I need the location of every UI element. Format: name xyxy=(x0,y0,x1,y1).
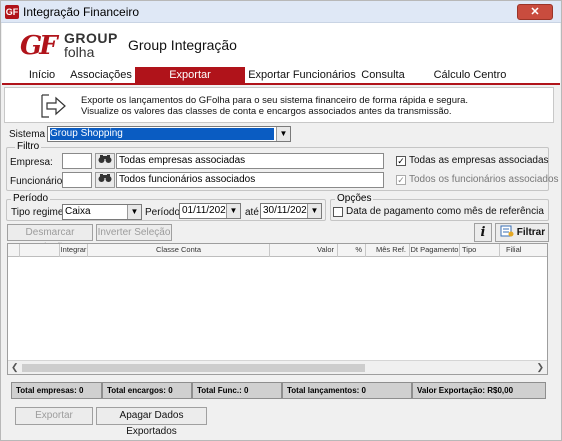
app-title: Group Integração xyxy=(128,37,237,53)
tipo-regime-label: Tipo regime: xyxy=(11,207,67,218)
horizontal-scrollbar[interactable]: ❮ ❯ xyxy=(8,360,547,374)
apagar-dados-button[interactable]: Apagar Dados Exportados xyxy=(96,407,207,437)
scroll-right-icon[interactable]: ❯ xyxy=(536,362,544,373)
filtrar-label: Filtrar xyxy=(516,227,546,238)
desmarcar-selecao-button[interactable]: Desmarcar Seleção xyxy=(7,224,93,253)
total-lancamentos: Total lançamentos: 0 xyxy=(282,382,412,399)
data-pagamento-label: Data de pagamento como mês de referência xyxy=(346,206,544,217)
col-filial[interactable]: Filial xyxy=(500,244,547,257)
date-to-picker[interactable]: 30/11/2020 ▼ xyxy=(260,203,322,219)
tab-inicio[interactable]: Início xyxy=(20,67,64,84)
periodo-title: Período xyxy=(11,193,51,204)
col-valor[interactable]: Valor xyxy=(270,244,338,257)
totals-bar: Total empresas: 0 Total encargos: 0 Tota… xyxy=(11,382,546,399)
scrollbar-thumb[interactable] xyxy=(22,364,365,372)
col-selector xyxy=(8,244,20,257)
tab-bar: Início Associações Exportar Lançamentos … xyxy=(2,65,560,98)
col-percent[interactable]: % xyxy=(338,244,366,257)
total-func: Total Func.: 0 xyxy=(192,382,282,399)
col-tipo[interactable]: Tipo xyxy=(460,244,500,257)
close-button[interactable]: ✕ xyxy=(517,4,553,20)
ate-label: até xyxy=(245,207,259,218)
funcionario-code-input[interactable] xyxy=(62,172,92,188)
total-empresas: Total empresas: 0 xyxy=(11,382,102,399)
date-from-picker[interactable]: 01/11/2020 ▼ xyxy=(179,203,241,219)
valor-exportacao: Valor Exportação: R$0,00 xyxy=(412,382,546,399)
date-to-value: 30/11/2020 xyxy=(263,205,313,216)
title-bar[interactable]: GF Integração Financeiro ✕ xyxy=(1,1,561,23)
logo-mark: GF xyxy=(20,31,58,61)
total-encargos: Total encargos: 0 xyxy=(102,382,192,399)
tab-calculo-centro-custo[interactable]: Cálculo Centro Custo xyxy=(418,67,522,98)
empresa-description: Todas empresas associadas xyxy=(116,153,384,169)
filtro-title: Filtro xyxy=(15,141,42,152)
binoculars-icon[interactable] xyxy=(95,172,115,188)
tab-exportar-funcionarios[interactable]: Exportar Funcionários xyxy=(248,67,356,84)
sistema-select[interactable]: Group Shopping ▼ xyxy=(47,126,291,142)
todas-empresas-checkbox[interactable]: ✓ xyxy=(396,156,406,166)
tipo-regime-value: Caixa xyxy=(65,206,91,217)
col-classe-conta[interactable]: Classe Conta xyxy=(88,244,270,257)
info-banner: Exporte os lançamentos do GFolha para o … xyxy=(4,87,554,123)
tipo-regime-select[interactable]: Caixa ▼ xyxy=(62,204,142,220)
scroll-left-icon[interactable]: ❮ xyxy=(11,362,19,373)
tab-associacoes[interactable]: Associações xyxy=(68,67,134,84)
header: GF GROUP folha Group Integração Início A… xyxy=(2,23,560,98)
logo-word-folha: folha xyxy=(64,44,95,60)
inverter-selecao-button[interactable]: Inverter Seleção xyxy=(96,224,172,241)
tab-consulta[interactable]: Consulta xyxy=(358,67,408,84)
todos-funcionarios-label: Todos os funcionários associados xyxy=(409,174,559,185)
table-header: Integrar Classe Conta Valor % Mês Ref. D… xyxy=(8,244,547,257)
app-icon: GF xyxy=(5,5,19,19)
opcoes-title: Opções xyxy=(335,193,374,204)
col-spacer xyxy=(20,244,60,257)
info-text-line1: Exporte os lançamentos do GFolha para o … xyxy=(81,95,469,106)
data-pagamento-checkbox[interactable] xyxy=(333,207,343,217)
col-mes-ref[interactable]: Mês Ref. xyxy=(366,244,410,257)
exportar-button[interactable]: Exportar xyxy=(15,407,93,425)
todos-funcionarios-checkbox[interactable]: ✓ xyxy=(396,175,406,185)
chevron-down-icon[interactable]: ▼ xyxy=(226,204,240,218)
empresa-label: Empresa: xyxy=(10,157,53,168)
periodo-label: Período: xyxy=(145,207,183,218)
window-title: Integração Financeiro xyxy=(23,5,140,19)
binoculars-icon[interactable] xyxy=(95,153,115,169)
info-text-line2: Visualize os valores das classes de cont… xyxy=(81,106,452,117)
col-dt-pagamento[interactable]: Dt Pagamento xyxy=(410,244,460,257)
funcionario-label: Funcionário: xyxy=(10,176,66,187)
sistema-value: Group Shopping xyxy=(50,128,274,140)
tab-exportar-lancamentos[interactable]: Exportar Lançamentos xyxy=(135,67,245,98)
main-window: GF Integração Financeiro ✕ GF GROUP folh… xyxy=(0,0,562,441)
col-integrar[interactable]: Integrar xyxy=(60,244,88,257)
filter-icon xyxy=(500,225,514,237)
chevron-down-icon[interactable]: ▼ xyxy=(307,204,321,218)
funcionario-description: Todos funcionários associados xyxy=(116,172,384,188)
sistema-label: Sistema : xyxy=(9,129,51,140)
empresa-code-input[interactable] xyxy=(62,153,92,169)
info-icon[interactable]: i xyxy=(474,223,492,242)
filtrar-button[interactable]: Filtrar xyxy=(495,223,549,242)
lancamentos-table[interactable]: Integrar Classe Conta Valor % Mês Ref. D… xyxy=(7,243,548,375)
export-arrow-icon xyxy=(41,94,66,118)
chevron-down-icon[interactable]: ▼ xyxy=(276,127,290,141)
chevron-down-icon[interactable]: ▼ xyxy=(127,205,141,219)
todas-empresas-label: Todas as empresas associadas xyxy=(409,155,549,166)
date-from-value: 01/11/2020 xyxy=(182,205,232,216)
